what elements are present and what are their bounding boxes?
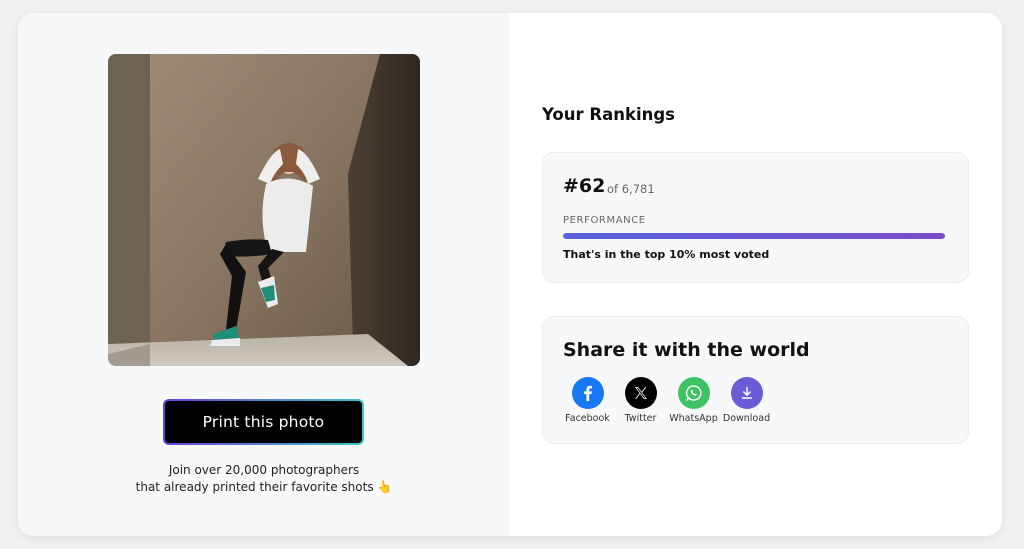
result-card: Print this photo Join over 20,000 photog… [18,13,1002,536]
rank-number: #62 [563,175,606,197]
photo-panel: Print this photo Join over 20,000 photog… [18,13,510,536]
share-buttons: Facebook Twitter WhatsApp Download [561,377,773,424]
share-title: Share it with the world [563,339,810,361]
download-icon [730,377,763,409]
performance-summary: That's in the top 10% most voted [563,248,770,261]
join-text-line1: Join over 20,000 photographers [168,463,360,477]
share-facebook-button[interactable]: Facebook [561,377,614,424]
performance-bar [563,233,945,239]
photo-image [108,54,420,366]
x-icon [624,377,657,409]
performance-bar-fill [563,233,945,239]
rankings-panel: Your Rankings #62 of 6,781 PERFORMANCE T… [510,13,1002,536]
rank-box: #62 of 6,781 PERFORMANCE That's in the t… [542,152,969,283]
share-twitter-label: Twitter [624,413,657,424]
join-text-line2: that already printed their favorite shot… [135,480,393,494]
share-facebook-label: Facebook [565,413,610,424]
share-twitter-button[interactable]: Twitter [614,377,667,424]
rank-total: of 6,781 [607,182,655,196]
photo [108,54,420,366]
whatsapp-icon [677,377,710,409]
facebook-icon [571,377,604,409]
share-whatsapp-button[interactable]: WhatsApp [667,377,720,424]
print-photo-button[interactable]: Print this photo [163,399,364,445]
download-button[interactable]: Download [720,377,773,424]
share-box: Share it with the world Facebook Twitter [542,316,969,444]
download-label: Download [722,413,771,424]
join-text: Join over 20,000 photographers that alre… [18,462,510,496]
rankings-title: Your Rankings [542,105,675,124]
share-whatsapp-label: WhatsApp [669,413,718,424]
performance-label: PERFORMANCE [563,215,646,226]
